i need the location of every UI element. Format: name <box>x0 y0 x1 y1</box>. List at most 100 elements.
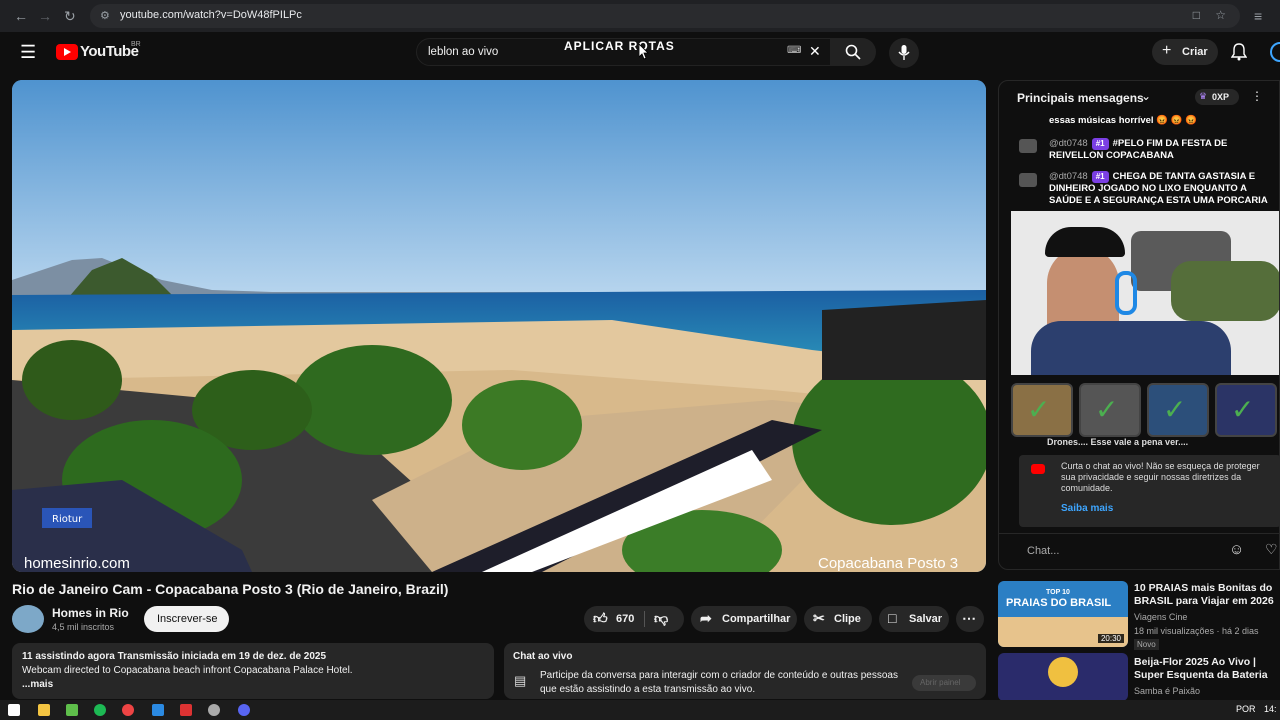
description-stats: 11 assistindo agora Transmissão iniciada… <box>22 651 327 662</box>
back-arrow-icon[interactable]: ← <box>14 8 28 24</box>
share-arrow-icon: ➦ <box>700 610 712 626</box>
description-text: Webcam directed to Copacabana beach infr… <box>22 665 353 676</box>
recommendation-title[interactable]: Beija-Flor 2025 Ao Vivo | Super Esquenta… <box>1134 656 1280 682</box>
crown-icon: ♛ <box>1199 91 1208 101</box>
recommendation-thumbnail[interactable] <box>998 653 1128 701</box>
drone-thumbnail[interactable]: ✓ <box>1147 383 1209 437</box>
create-label: Criar <box>1182 46 1208 58</box>
app-icon[interactable] <box>180 704 192 716</box>
recommendation-title[interactable]: 10 PRAIAS mais Bonitas do BRASIL para Vi… <box>1134 582 1274 608</box>
clock[interactable]: 14: <box>1264 704 1277 714</box>
search-button[interactable] <box>830 38 876 66</box>
share-button[interactable]: ➦ Compartilhar <box>691 606 797 632</box>
checkmark-icon: ✓ <box>1095 394 1119 425</box>
app-icon[interactable] <box>152 704 164 716</box>
thumbs-down-icon[interactable]: 👎︎ <box>654 610 668 627</box>
bookmark-icon: □ <box>888 610 897 626</box>
learn-more-link[interactable]: Saiba mais <box>1061 503 1113 514</box>
live-chat-info-text: Participe da conversa para interagir com… <box>540 670 898 695</box>
cast-icon[interactable]: □ <box>1193 8 1200 22</box>
duration-badge: 20:30 <box>1097 634 1124 643</box>
open-panel-button[interactable]: Abrir painel <box>912 675 976 691</box>
chrome-icon[interactable] <box>122 704 134 716</box>
emoji-icon[interactable]: ☺ <box>1229 541 1244 558</box>
youtube-logo-icon[interactable] <box>56 44 78 60</box>
notifications-bell-icon[interactable] <box>1231 43 1247 61</box>
like-dislike-group: 👍︎ 670 👎︎ <box>584 606 684 632</box>
drone-thumbnail[interactable]: ✓ <box>1215 383 1277 437</box>
forward-arrow-icon[interactable]: → <box>38 8 52 24</box>
thumbs-up-icon[interactable]: 👍︎ <box>593 610 608 627</box>
chat-bubble-icon: ▤ <box>514 673 527 688</box>
description-more[interactable]: ...mais <box>22 679 53 690</box>
youtube-play-icon <box>1031 464 1045 474</box>
menu-icon[interactable]: ≡ <box>1254 8 1262 24</box>
search-value: leblon ao vivo <box>428 46 499 58</box>
streamer-webcam <box>1011 211 1279 375</box>
create-button[interactable]: + Criar <box>1152 39 1218 65</box>
keyboard-icon[interactable]: ⌨ <box>787 45 801 56</box>
drone-thumbnail[interactable]: ✓ <box>1079 383 1141 437</box>
clear-search-icon[interactable]: ✕ <box>809 43 821 60</box>
file-explorer-icon[interactable] <box>38 704 50 716</box>
reload-icon[interactable]: ↻ <box>64 8 76 25</box>
spotify-icon[interactable] <box>94 704 106 716</box>
checkmark-icon: ✓ <box>1163 394 1187 425</box>
recommendation-channel[interactable]: Viagens Cine <box>1134 612 1187 622</box>
avatar <box>1019 139 1037 153</box>
like-count[interactable]: 670 <box>616 613 634 625</box>
chat-notice: Curta o chat ao vivo! Não se esqueça de … <box>1019 455 1279 527</box>
app-icon[interactable] <box>208 704 220 716</box>
url-text: youtube.com/watch?v=DoW48fPILPc <box>120 9 302 21</box>
xp-badge[interactable]: ♛ 0XP <box>1195 89 1239 105</box>
save-button[interactable]: □ Salvar <box>879 606 949 632</box>
keyboard-language[interactable]: POR <box>1236 704 1256 714</box>
address-bar[interactable]: ⚙ youtube.com/watch?v=DoW48fPILPc □ ☆ <box>90 4 1240 28</box>
video-player[interactable]: Riotur homesinrio.com Copacabana Posto 3 <box>12 80 986 572</box>
watermark-left: homesinrio.com <box>24 555 130 572</box>
xp-value: 0XP <box>1212 92 1230 102</box>
bookmark-star-icon[interactable]: ☆ <box>1215 8 1226 22</box>
heart-icon[interactable]: ♡ <box>1265 541 1278 558</box>
avatar[interactable] <box>1270 42 1280 62</box>
clip-button[interactable]: ✂ Clipe <box>804 606 872 632</box>
live-chat-info-box: Chat ao vivo ▤ Participe da conversa par… <box>504 643 986 699</box>
video-frame: Riotur homesinrio.com Copacabana Posto 3 <box>12 80 986 572</box>
site-info-icon[interactable]: ⚙ <box>100 9 110 22</box>
checkmark-icon: ✓ <box>1027 394 1051 425</box>
more-options-icon[interactable]: ⋮ <box>1251 89 1263 103</box>
app-icon[interactable] <box>66 704 78 716</box>
stream-caption: Drones.... Esse vale a pena ver.... <box>1047 437 1189 447</box>
avatar <box>1019 173 1037 187</box>
chat-message: @dt0748 #1 CHEGA DE TANTA GASTASIA E DINHE… <box>1049 171 1268 206</box>
browser-toolbar: ← → ↻ ⚙ youtube.com/watch?v=DoW48fPILPc … <box>0 0 1280 32</box>
notice-text: Curta o chat ao vivo! Não se esqueça de … <box>1061 461 1260 493</box>
live-chat-panel: Principais mensagens ⌄ ♛ 0XP ⋮ essas mús… <box>998 80 1280 570</box>
drone-thumbnail[interactable]: ✓ <box>1011 383 1073 437</box>
chat-input[interactable]: Chat... <box>1027 545 1059 557</box>
voice-search-button[interactable] <box>889 38 919 68</box>
windows-start-icon[interactable] <box>8 704 20 716</box>
chat-title[interactable]: Principais mensagens <box>1017 91 1144 105</box>
description-box[interactable]: 11 assistindo agora Transmissão iniciada… <box>12 643 494 699</box>
hamburger-menu-icon[interactable]: ☰ <box>20 42 36 63</box>
plus-icon: + <box>1162 42 1172 59</box>
subscriber-count: 4,5 mil inscritos <box>52 622 115 632</box>
channel-name[interactable]: Homes in Rio <box>52 606 129 620</box>
more-horizontal-icon: ⋯ <box>962 610 976 626</box>
channel-avatar[interactable] <box>12 605 44 633</box>
video-title: Rio de Janeiro Cam - Copacabana Posto 3 … <box>12 581 449 597</box>
recommendation-thumbnail[interactable]: TOP 10 PRAIAS DO BRASIL 20:30 <box>998 581 1128 647</box>
youtube-logo-text[interactable]: YouTube <box>80 43 139 60</box>
scissors-icon: ✂ <box>813 610 825 626</box>
recommendation-channel[interactable]: Samba é Paixão <box>1134 686 1200 696</box>
more-actions-button[interactable]: ⋯ <box>956 606 984 632</box>
search-icon <box>845 44 861 60</box>
chevron-down-icon[interactable]: ⌄ <box>1141 89 1151 103</box>
subscribe-button[interactable]: Inscrever-se <box>144 606 229 632</box>
discord-icon[interactable] <box>238 704 250 716</box>
recommendation-stats: 18 mil visualizações · há 2 dias <box>1134 626 1259 636</box>
new-badge: Novo <box>1134 639 1159 650</box>
overlay-text: APLICAR ROTAS <box>564 39 675 53</box>
riotur-sign: Riotur <box>52 514 83 525</box>
